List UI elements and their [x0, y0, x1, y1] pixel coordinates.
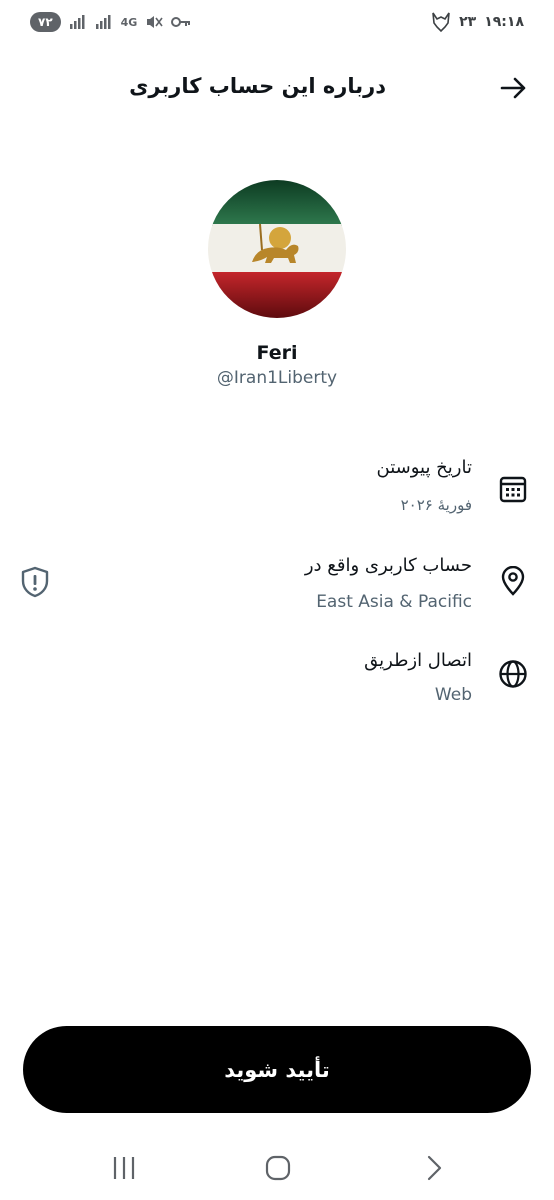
clock: ۱۹:۱۸	[484, 14, 524, 30]
shield-alert-icon[interactable]	[20, 566, 50, 598]
system-nav-bar	[0, 1140, 554, 1200]
status-bar: ۷۲ 4G ۲۳ ۱۹:۱۸	[0, 0, 554, 46]
recents-icon[interactable]	[108, 1152, 140, 1184]
globe-icon	[498, 659, 528, 689]
info-row-join-date: تاریخ پیوستن فوریهٔ ۲۰۲۶	[0, 452, 554, 522]
location-label: حساب کاربری واقع در	[304, 555, 472, 576]
lion-and-sun-flag-avatar[interactable]	[208, 180, 346, 318]
info-row-location: حساب کاربری واقع در East Asia & Pacific	[0, 550, 554, 620]
verify-button[interactable]: تأیید شوید	[23, 1026, 531, 1113]
signal-icon	[69, 12, 87, 32]
notification-count: ۲۳	[459, 14, 477, 30]
page-header: درباره این حساب کاربری	[0, 66, 554, 110]
calendar-icon	[498, 474, 528, 504]
battery-level: ۷۲	[30, 12, 61, 32]
back-icon[interactable]	[418, 1152, 450, 1184]
status-bar-right: ۲۳ ۱۹:۱۸	[431, 12, 524, 33]
arrow-right-icon[interactable]	[498, 72, 530, 104]
location-pin-icon	[498, 565, 528, 596]
user-handle: @Iran1Liberty	[216, 368, 338, 388]
info-row-connected-via: اتصال ازطریق Web	[0, 645, 554, 715]
join-date-label: تاریخ پیوستن	[376, 457, 473, 478]
network-4g-icon: 4G	[120, 15, 138, 29]
status-bar-left: ۷۲ 4G	[30, 12, 191, 32]
home-icon[interactable]	[262, 1152, 294, 1184]
page-title: درباره این حساب کاربری	[129, 74, 386, 98]
join-date-value: فوریهٔ ۲۰۲۶	[400, 496, 472, 514]
display-name: Feri	[256, 342, 298, 364]
signal-icon	[95, 12, 113, 32]
key-icon	[171, 12, 191, 32]
connected-via-label: اتصال ازطریق	[364, 650, 472, 671]
connected-via-value: Web	[434, 685, 472, 705]
wolf-notification-icon	[431, 12, 451, 33]
location-value: East Asia & Pacific	[316, 592, 472, 612]
mute-icon	[145, 12, 163, 32]
